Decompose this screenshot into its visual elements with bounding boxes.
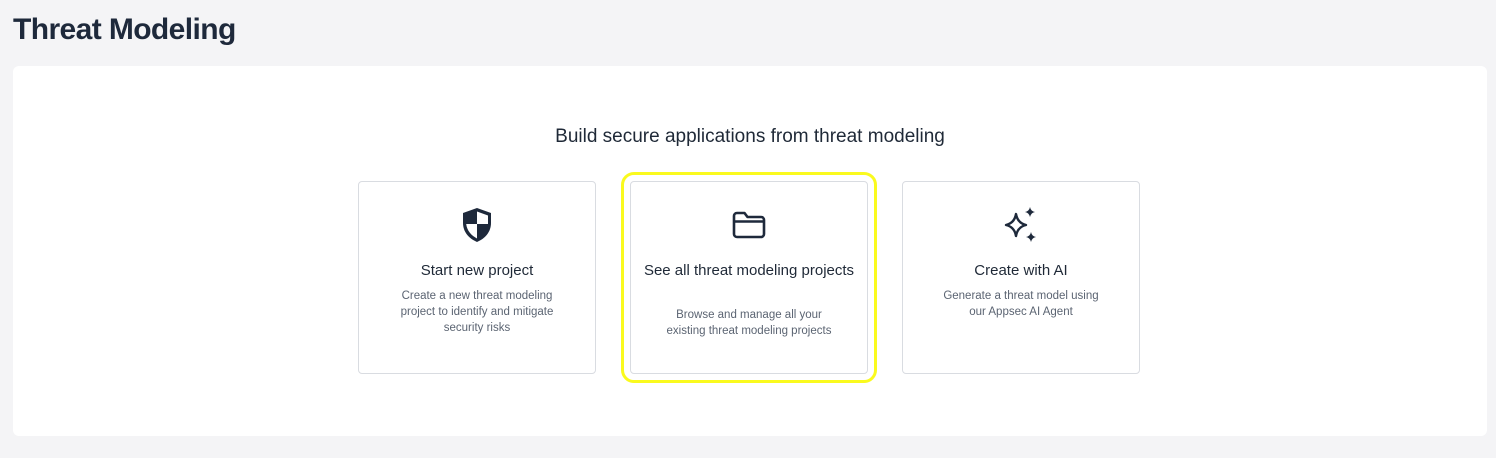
- shield-icon: [359, 206, 595, 244]
- card-description: Browse and manage all your existing thre…: [666, 309, 832, 337]
- card-description: Create a new threat modeling project to …: [400, 290, 554, 334]
- main-panel: Build secure applications from threat mo…: [13, 66, 1487, 436]
- create-with-ai-card[interactable]: Create with AI Generate a threat model u…: [902, 181, 1140, 374]
- page-title: Threat Modeling: [13, 13, 236, 46]
- see-all-projects-card[interactable]: See all threat modeling projects Browse …: [621, 172, 877, 383]
- sparkles-icon: [903, 206, 1139, 244]
- start-new-project-card[interactable]: Start new project Create a new threat mo…: [358, 181, 596, 374]
- card-description: Generate a threat model using our Appsec…: [943, 290, 1099, 318]
- headline: Build secure applications from threat mo…: [555, 126, 945, 147]
- folder-icon: [631, 206, 867, 244]
- card-title: See all threat modeling projects: [643, 262, 855, 279]
- card-title: Create with AI: [974, 262, 1068, 279]
- card-title: Start new project: [420, 262, 534, 279]
